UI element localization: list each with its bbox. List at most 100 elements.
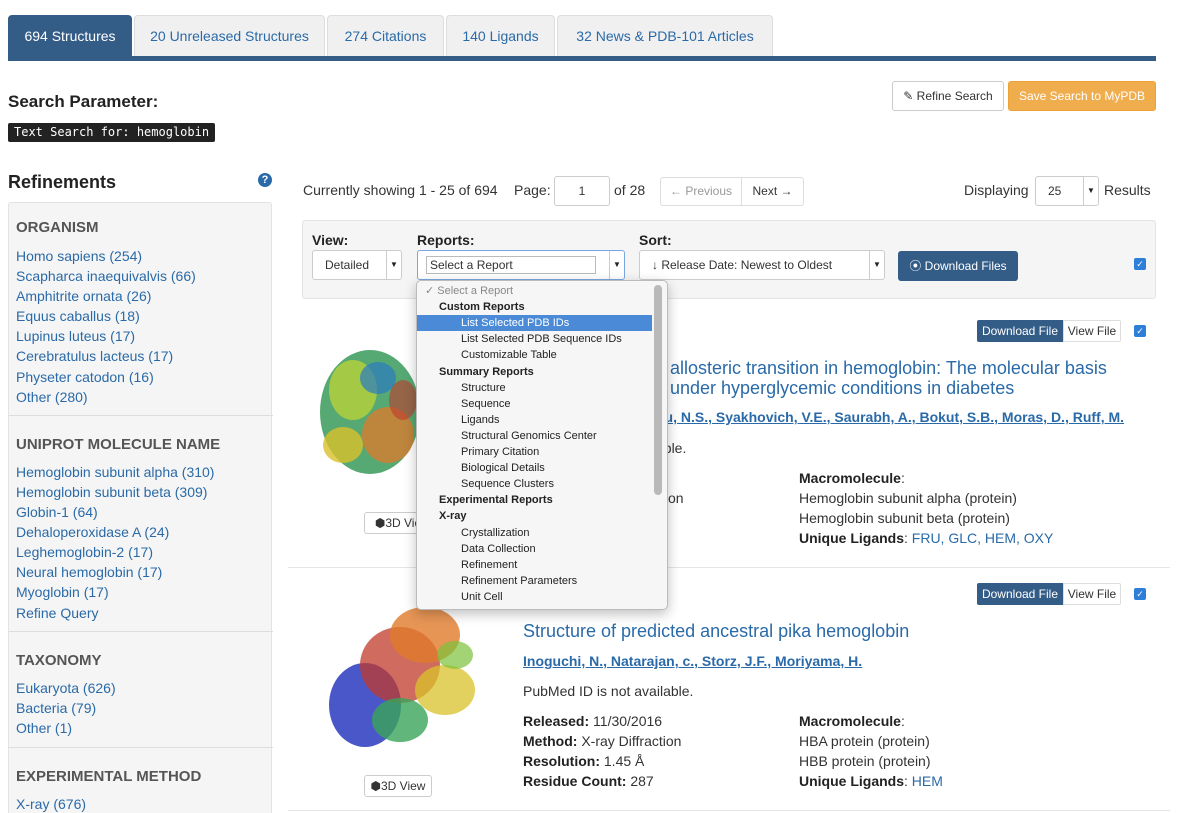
dropdown-group-label: Experimental Reports	[439, 494, 553, 507]
facet-item[interactable]: Amphitrite ornata (26)	[16, 288, 151, 304]
dropdown-group-label: X-ray	[439, 510, 467, 523]
previous-page-button[interactable]: ← Previous	[660, 177, 742, 206]
result-divider	[288, 810, 1170, 811]
dropdown-option[interactable]: Unit Cell	[417, 589, 652, 605]
facet-item[interactable]: Myoglobin (17)	[16, 584, 109, 600]
help-icon[interactable]: ?	[258, 173, 272, 187]
page-number-input[interactable]: 1	[554, 176, 610, 206]
macromolecule-item: HBB protein (protein)	[799, 753, 931, 769]
residue-label: Residue Count:	[523, 773, 627, 789]
result-checkbox[interactable]: ✓	[1134, 588, 1146, 600]
view-file-button[interactable]: View File	[1063, 320, 1121, 342]
facet-item[interactable]: Physeter catodon (16)	[16, 369, 154, 385]
dropdown-scrollbar[interactable]	[654, 285, 662, 495]
facet-uniprot: UNIPROT MOLECULE NAME Hemoglobin subunit…	[9, 416, 273, 632]
result-authors[interactable]: Inoguchi, N., Natarajan, c., Storz, J.F.…	[523, 653, 862, 669]
method-label: Method:	[523, 733, 578, 749]
macromolecule-label: Macromolecule:	[799, 470, 905, 486]
facet-item[interactable]: Hemoglobin subunit beta (309)	[16, 484, 207, 500]
dropdown-option[interactable]: Biological Details	[417, 460, 652, 476]
facet-item[interactable]: Other (1)	[16, 720, 72, 736]
dropdown-option[interactable]: Sequence	[417, 396, 652, 412]
unique-ligands-label: Unique Ligands	[799, 773, 904, 789]
reports-select-value: Select a Report	[426, 256, 596, 274]
macromolecule-label: Macromolecule:	[799, 713, 905, 729]
facet-item[interactable]: Equus caballus (18)	[16, 308, 140, 324]
sort-select[interactable]: ↓ Release Date: Newest to Oldest ▼	[639, 250, 885, 280]
dropdown-option[interactable]: ✓ Select a Report	[417, 283, 652, 299]
dropdown-option[interactable]: List Selected PDB IDs	[417, 315, 652, 332]
facet-item[interactable]: Hemoglobin subunit alpha (310)	[16, 464, 214, 480]
download-file-button[interactable]: Download File	[977, 583, 1063, 605]
facet-item[interactable]: Other (280)	[16, 389, 88, 405]
unique-ligands: Unique Ligands: FRU, GLC, HEM, OXY	[799, 530, 1054, 546]
dropdown-option[interactable]: Customizable Table	[417, 347, 652, 363]
facet-item[interactable]: Cerebratulus lacteus (17)	[16, 348, 173, 364]
view-select[interactable]: Detailed ▼	[312, 250, 402, 280]
facet-experimental-method: EXPERIMENTAL METHOD X-ray (676)	[9, 748, 273, 813]
facet-item[interactable]: Neural hemoglobin (17)	[16, 564, 162, 580]
reports-label: Reports:	[417, 232, 475, 248]
method: Method: X-ray Diffraction	[523, 733, 681, 749]
structure-image[interactable]	[305, 595, 490, 760]
tab-news[interactable]: 32 News & PDB-101 Articles	[557, 15, 773, 56]
refine-search-button[interactable]: ✎ Refine Search	[892, 81, 1004, 111]
select-all-checkbox[interactable]: ✓	[1134, 258, 1146, 270]
reports-select[interactable]: Select a Report ▼	[417, 250, 625, 280]
download-file-button[interactable]: Download File	[977, 320, 1063, 342]
facet-item[interactable]: Homo sapiens (254)	[16, 248, 142, 264]
facet-item[interactable]: X-ray (676)	[16, 796, 86, 812]
tab-citations[interactable]: 274 Citations	[327, 15, 444, 56]
tab-structures[interactable]: 694 Structures	[8, 15, 132, 56]
facet-item[interactable]: Dehaloperoxidase A (24)	[16, 524, 169, 540]
dropdown-group-label: Summary Reports	[439, 365, 534, 378]
refine-query-link[interactable]: Refine Query	[16, 605, 98, 621]
results-per-page-select[interactable]: 25 ▼	[1035, 176, 1099, 206]
resolution: Resolution: 1.45 Å	[523, 753, 644, 769]
view-file-button[interactable]: View File	[1063, 583, 1121, 605]
result-tabs: 694 Structures 20 Unreleased Structures …	[8, 15, 1156, 61]
dropdown-option[interactable]: Refinement Parameters	[417, 573, 652, 589]
per-page-value: 25	[1048, 184, 1062, 198]
facet-item[interactable]: Leghemoglobin-2 (17)	[16, 544, 153, 560]
displaying-label: Displaying	[964, 182, 1029, 198]
ligand-links[interactable]: FRU, GLC, HEM, OXY	[912, 530, 1054, 546]
facet-item[interactable]: Eukaryota (626)	[16, 680, 116, 696]
dropdown-option[interactable]: Primary Citation	[417, 444, 652, 460]
facet-item[interactable]: Globin-1 (64)	[16, 504, 98, 520]
dropdown-option[interactable]: Structural Genomics Center	[417, 428, 652, 444]
download-files-button[interactable]: ⦿ Download Files	[898, 251, 1018, 281]
tab-ligands[interactable]: 140 Ligands	[446, 15, 555, 56]
dropdown-option[interactable]: List Selected PDB Sequence IDs	[417, 331, 652, 347]
method-value: X-ray Diffraction	[581, 733, 682, 749]
tab-unreleased[interactable]: 20 Unreleased Structures	[134, 15, 325, 56]
3d-view-button[interactable]: ⬢3D View	[364, 775, 432, 797]
macromolecule-item: HBA protein (protein)	[799, 733, 930, 749]
facet-item[interactable]: Scapharca inaequivalvis (66)	[16, 268, 196, 284]
result-title[interactable]: s under hyperglycemic conditions in diab…	[656, 378, 1014, 398]
facet-organism: ORGANISM Homo sapiens (254) Scapharca in…	[9, 203, 273, 416]
result-title[interactable]: Structure of predicted ancestral pika he…	[523, 621, 909, 641]
result-title[interactable]: s allosteric transition in hemoglobin: T…	[656, 358, 1107, 378]
dropdown-option[interactable]: Data Collection	[417, 541, 652, 557]
result-authors[interactable]: nu, N.S., Syakhovich, V.E., Saurabh, A.,…	[656, 409, 1124, 425]
facet-item[interactable]: Lupinus luteus (17)	[16, 328, 135, 344]
dropdown-option[interactable]: Structure	[417, 380, 652, 396]
ligand-links[interactable]: HEM	[912, 773, 943, 789]
dropdown-option[interactable]: Crystallization	[417, 525, 652, 541]
save-search-button[interactable]: Save Search to MyPDB	[1008, 81, 1156, 111]
pencil-icon: ✎	[903, 89, 917, 103]
dropdown-option[interactable]: Sequence Clusters	[417, 476, 652, 492]
cube-icon: ⬢	[370, 779, 381, 793]
check-icon: ✓	[1136, 589, 1144, 599]
dropdown-option[interactable]: Ligands	[417, 412, 652, 428]
macromolecule-label-text: Macromolecule	[799, 470, 901, 486]
search-parameter-title: Search Parameter:	[8, 92, 159, 111]
view-select-value: Detailed	[325, 258, 370, 272]
next-page-button[interactable]: Next →	[741, 177, 804, 206]
refine-search-label: Refine Search	[916, 89, 993, 103]
result-checkbox[interactable]: ✓	[1134, 325, 1146, 337]
refinements-title: Refinements	[8, 172, 117, 192]
dropdown-option[interactable]: Refinement	[417, 557, 652, 573]
facet-item[interactable]: Bacteria (79)	[16, 700, 96, 716]
